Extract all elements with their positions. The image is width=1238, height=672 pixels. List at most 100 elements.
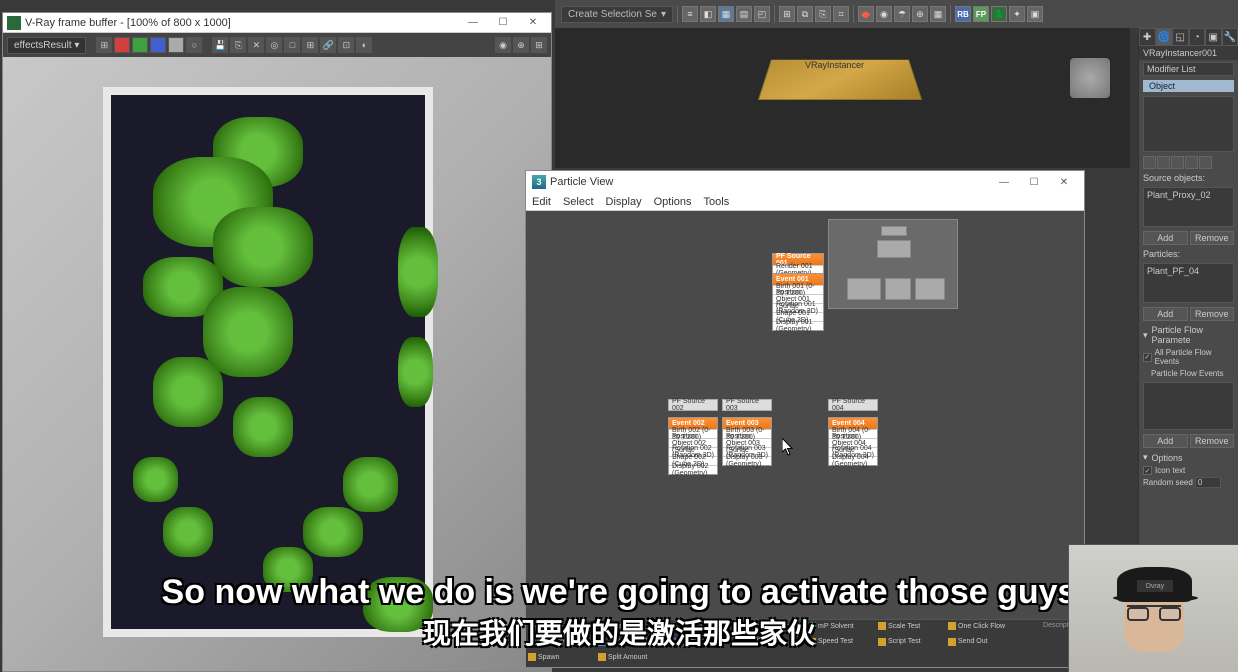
event-node[interactable]: Event 002 Birth 002 (0-30 T:200) Positio… — [668, 417, 718, 475]
add-source-button[interactable]: Add — [1143, 231, 1188, 245]
random-seed-spinner[interactable]: 0 — [1195, 477, 1221, 488]
minimize-button[interactable]: — — [459, 15, 487, 31]
pview-menubar: Edit Select Display Options Tools — [526, 193, 1084, 211]
hierarchy-tab-icon[interactable]: ◱ — [1172, 28, 1189, 46]
channel-dropdown[interactable]: effectsResult ▾ — [7, 37, 86, 54]
vfb-icon[interactable]: ⊕ — [513, 37, 529, 53]
toolbar-icon[interactable]: ▦ — [930, 6, 946, 22]
toolbar-icon[interactable]: ▣ — [1027, 6, 1043, 22]
utilities-tab-icon[interactable]: 🔧 — [1222, 28, 1238, 46]
vfb-titlebar[interactable]: V-Ray frame buffer - [100% of 800 x 1000… — [3, 13, 551, 33]
render-icon[interactable]: ◉ — [876, 6, 892, 22]
display-tab-icon[interactable]: ▣ — [1205, 28, 1222, 46]
viewcube[interactable] — [1070, 58, 1110, 98]
mono-button[interactable]: ○ — [186, 37, 202, 53]
fp-plugin-icon[interactable]: FP — [973, 6, 989, 22]
perspective-viewport[interactable]: VRayInstancer — [555, 28, 1130, 168]
toolbar-icon[interactable]: ☂ — [894, 6, 910, 22]
pf-source-node-lite[interactable]: PF Source 004 — [828, 399, 878, 411]
rb-plugin-icon[interactable]: RB — [955, 6, 971, 22]
vfb-icon[interactable]: ◎ — [266, 37, 282, 53]
options-rollout[interactable]: ▾ Options — [1139, 450, 1238, 465]
toolbar-icon[interactable]: ⊕ — [912, 6, 928, 22]
unique-icon[interactable] — [1171, 156, 1184, 169]
vfb-icon[interactable]: □ — [284, 37, 300, 53]
channel-green-button[interactable] — [132, 37, 148, 53]
toolbar-icon[interactable]: ◧ — [700, 6, 716, 22]
link-icon[interactable]: 🔗 — [320, 37, 336, 53]
random-seed-field[interactable]: Random seed 0 — [1143, 477, 1234, 488]
modifier-stack[interactable] — [1143, 96, 1234, 152]
pf-source-node-lite[interactable]: PF Source 002 — [668, 399, 718, 411]
menu-options[interactable]: Options — [654, 196, 692, 208]
render-setup-icon[interactable]: 🫖 — [858, 6, 874, 22]
clear-icon[interactable]: ✕ — [248, 37, 264, 53]
close-button[interactable]: ✕ — [1050, 174, 1078, 190]
event-node[interactable]: Event 003 Birth 003 (0-30 T:200) Positio… — [722, 417, 772, 466]
pin-stack-icon[interactable] — [1143, 156, 1156, 169]
remove-mod-icon[interactable] — [1185, 156, 1198, 169]
channel-alpha-button[interactable] — [168, 37, 184, 53]
minimize-button[interactable]: — — [990, 174, 1018, 190]
particles-list[interactable]: Plant_PF_04 — [1143, 263, 1234, 303]
menu-tools[interactable]: Tools — [704, 196, 730, 208]
vfb-icon[interactable]: ⊡ — [338, 37, 354, 53]
menu-edit[interactable]: Edit — [532, 196, 551, 208]
named-selection-dropdown[interactable]: Create Selection Se▾ — [561, 6, 673, 23]
toolbar-icon[interactable]: ⌗ — [833, 6, 849, 22]
source-objects-list[interactable]: Plant_Proxy_02 — [1143, 187, 1234, 227]
main-toolbar: Create Selection Se▾ ≡ ◧ ▦ ▤ ◰ ⊞ ⧉ ⎘ ⌗ 🫖… — [555, 0, 1238, 28]
configure-icon[interactable] — [1199, 156, 1212, 169]
all-pflow-events-checkbox[interactable]: ✓All Particle Flow Events — [1139, 347, 1238, 367]
vfb-icon[interactable]: ⊞ — [531, 37, 547, 53]
show-end-icon[interactable] — [1157, 156, 1170, 169]
vfb-icon[interactable]: ⊞ — [302, 37, 318, 53]
channel-red-button[interactable] — [114, 37, 130, 53]
vfb-icon[interactable]: ◉ — [495, 37, 511, 53]
menu-display[interactable]: Display — [606, 196, 642, 208]
toolbar-icon[interactable]: ≡ — [682, 6, 698, 22]
vfb-icon[interactable]: ◐ — [356, 37, 372, 53]
motion-tab-icon[interactable]: ◔ — [1189, 28, 1206, 46]
toolbar-icon[interactable]: ⧉ — [797, 6, 813, 22]
pflow-params-rollout[interactable]: ▾ Particle Flow Paramete — [1139, 323, 1238, 347]
add-particle-button[interactable]: Add — [1143, 307, 1188, 321]
icon-text-checkbox[interactable]: ✓Icon text — [1139, 465, 1238, 476]
forest-icon[interactable]: 🌲 — [991, 6, 1007, 22]
remove-event-button[interactable]: Remove — [1190, 434, 1235, 448]
pf-source-node[interactable]: PF Source 001 Render 001 (Geometry) — [772, 253, 824, 275]
event-node[interactable]: Event 004 Birth 004 (0-30 T:200) Positio… — [828, 417, 878, 466]
toolbar-icon[interactable]: ▦ — [718, 6, 734, 22]
pflow-events-list[interactable] — [1143, 382, 1234, 430]
vfb-toolbar: effectsResult ▾ ⊞ ○ 💾 ⎘ ✕ ◎ □ ⊞ 🔗 ⊡ ◐ ◉ … — [3, 33, 551, 57]
remove-particle-button[interactable]: Remove — [1190, 307, 1235, 321]
pf-source-node-lite[interactable]: PF Source 003 — [722, 399, 772, 411]
operator-item[interactable]: Split Amount — [596, 651, 666, 663]
save-icon[interactable]: 💾 — [212, 37, 228, 53]
maximize-button[interactable]: ☐ — [489, 15, 517, 31]
add-event-button[interactable]: Add — [1143, 434, 1188, 448]
create-tab-icon[interactable]: ✚ — [1139, 28, 1156, 46]
vfb-icon[interactable]: ⊞ — [96, 37, 112, 53]
remove-source-button[interactable]: Remove — [1190, 231, 1235, 245]
operator-item[interactable]: Spawn — [526, 651, 596, 663]
modifier-list-dropdown[interactable]: Modifier List — [1143, 62, 1234, 76]
menu-select[interactable]: Select — [563, 196, 594, 208]
toolbar-icon[interactable]: ◰ — [754, 6, 770, 22]
vfb-icon[interactable]: ⎘ — [230, 37, 246, 53]
channel-blue-button[interactable] — [150, 37, 166, 53]
toolbar-icon[interactable]: ✦ — [1009, 6, 1025, 22]
toolbar-icon[interactable]: ▤ — [736, 6, 752, 22]
pview-titlebar[interactable]: 3 Particle View — ☐ ✕ — [526, 171, 1084, 193]
close-button[interactable]: ✕ — [519, 15, 547, 31]
subtitle-chinese: 现在我们要做的是激活那些家伙 — [0, 612, 1238, 652]
object-name-field[interactable]: VRayInstancer001 — [1139, 46, 1238, 60]
stack-object-entry[interactable]: Object — [1143, 80, 1234, 92]
modify-tab-icon[interactable]: 🌀 — [1156, 28, 1173, 46]
depot-area[interactable] — [828, 219, 958, 309]
event-node[interactable]: Event 001 Birth 001 (0-30 T:200) Positio… — [772, 273, 824, 331]
toolbar-icon[interactable]: ⎘ — [815, 6, 831, 22]
pview-title: Particle View — [550, 176, 990, 188]
maximize-button[interactable]: ☐ — [1020, 174, 1048, 190]
toolbar-icon[interactable]: ⊞ — [779, 6, 795, 22]
